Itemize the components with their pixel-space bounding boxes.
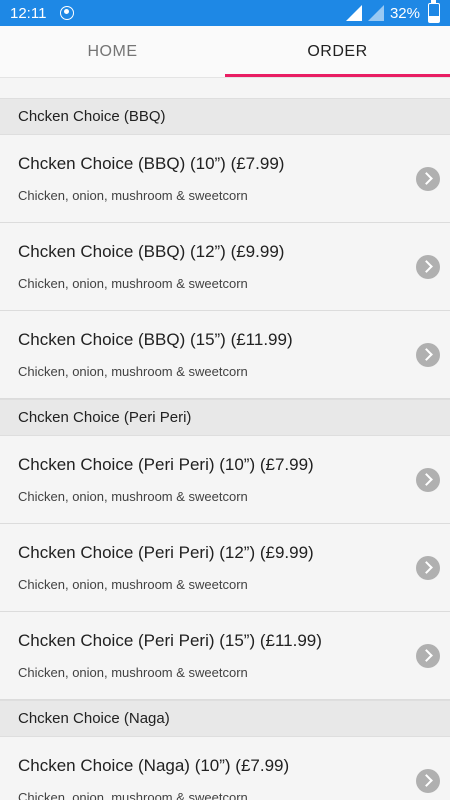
menu-list: Chcken Choice (BBQ) Chcken Choice (BBQ) … — [0, 98, 450, 800]
status-time: 12:11 — [10, 4, 47, 22]
list-item[interactable]: Chcken Choice (Peri Peri) (10”) (£7.99) … — [0, 436, 450, 524]
chevron-right-icon[interactable] — [416, 643, 440, 668]
chevron-right-icon[interactable] — [416, 342, 440, 367]
chevron-right-icon[interactable] — [416, 254, 440, 279]
list-item[interactable]: Chcken Choice (Peri Peri) (15”) (£11.99)… — [0, 612, 450, 700]
status-bar: 12:11 32% — [0, 0, 450, 26]
chevron-right-icon[interactable] — [416, 555, 440, 580]
cell-signal-icon — [367, 5, 384, 21]
chevron-right-icon[interactable] — [416, 467, 440, 492]
list-item[interactable]: Chcken Choice (Naga) (10”) (£7.99) Chick… — [0, 737, 450, 800]
tab-order[interactable]: ORDER — [225, 26, 450, 77]
tab-home[interactable]: HOME — [0, 26, 225, 77]
item-title: Chcken Choice (BBQ) (10”) (£7.99) — [18, 154, 285, 173]
item-title: Chcken Choice (Peri Peri) (10”) (£7.99) — [18, 455, 314, 474]
battery-icon — [428, 0, 440, 23]
list-item[interactable]: Chcken Choice (BBQ) (10”) (£7.99) Chicke… — [0, 135, 450, 223]
item-description: Chicken, onion, mushroom & sweetcorn — [18, 577, 248, 592]
section-header: Chcken Choice (Peri Peri) — [0, 399, 450, 436]
chevron-right-icon[interactable] — [416, 166, 440, 191]
wifi-icon — [345, 5, 362, 21]
tab-bar: HOME ORDER — [0, 26, 450, 78]
list-item[interactable]: Chcken Choice (Peri Peri) (12”) (£9.99) … — [0, 524, 450, 612]
list-item[interactable]: Chcken Choice (BBQ) (12”) (£9.99) Chicke… — [0, 223, 450, 311]
item-title: Chcken Choice (BBQ) (15”) (£11.99) — [18, 330, 293, 349]
item-description: Chicken, onion, mushroom & sweetcorn — [18, 364, 248, 379]
item-title: Chcken Choice (Peri Peri) (12”) (£9.99) — [18, 543, 314, 562]
item-description: Chicken, onion, mushroom & sweetcorn — [18, 276, 248, 291]
section-header: Chcken Choice (BBQ) — [0, 98, 450, 135]
list-item[interactable]: Chcken Choice (BBQ) (15”) (£11.99) Chick… — [0, 311, 450, 399]
item-title: Chcken Choice (Peri Peri) (15”) (£11.99) — [18, 631, 322, 650]
chevron-right-icon[interactable] — [416, 768, 440, 793]
item-description: Chicken, onion, mushroom & sweetcorn — [18, 489, 248, 504]
item-description: Chicken, onion, mushroom & sweetcorn — [18, 790, 248, 800]
item-description: Chicken, onion, mushroom & sweetcorn — [18, 188, 248, 203]
section-header: Chcken Choice (Naga) — [0, 700, 450, 737]
item-title: Chcken Choice (BBQ) (12”) (£9.99) — [18, 242, 285, 261]
list-spacer — [0, 78, 450, 98]
battery-percent: 32% — [389, 4, 420, 22]
item-description: Chicken, onion, mushroom & sweetcorn — [18, 665, 248, 680]
item-title: Chcken Choice (Naga) (10”) (£7.99) — [18, 756, 290, 775]
account-icon — [60, 6, 75, 20]
